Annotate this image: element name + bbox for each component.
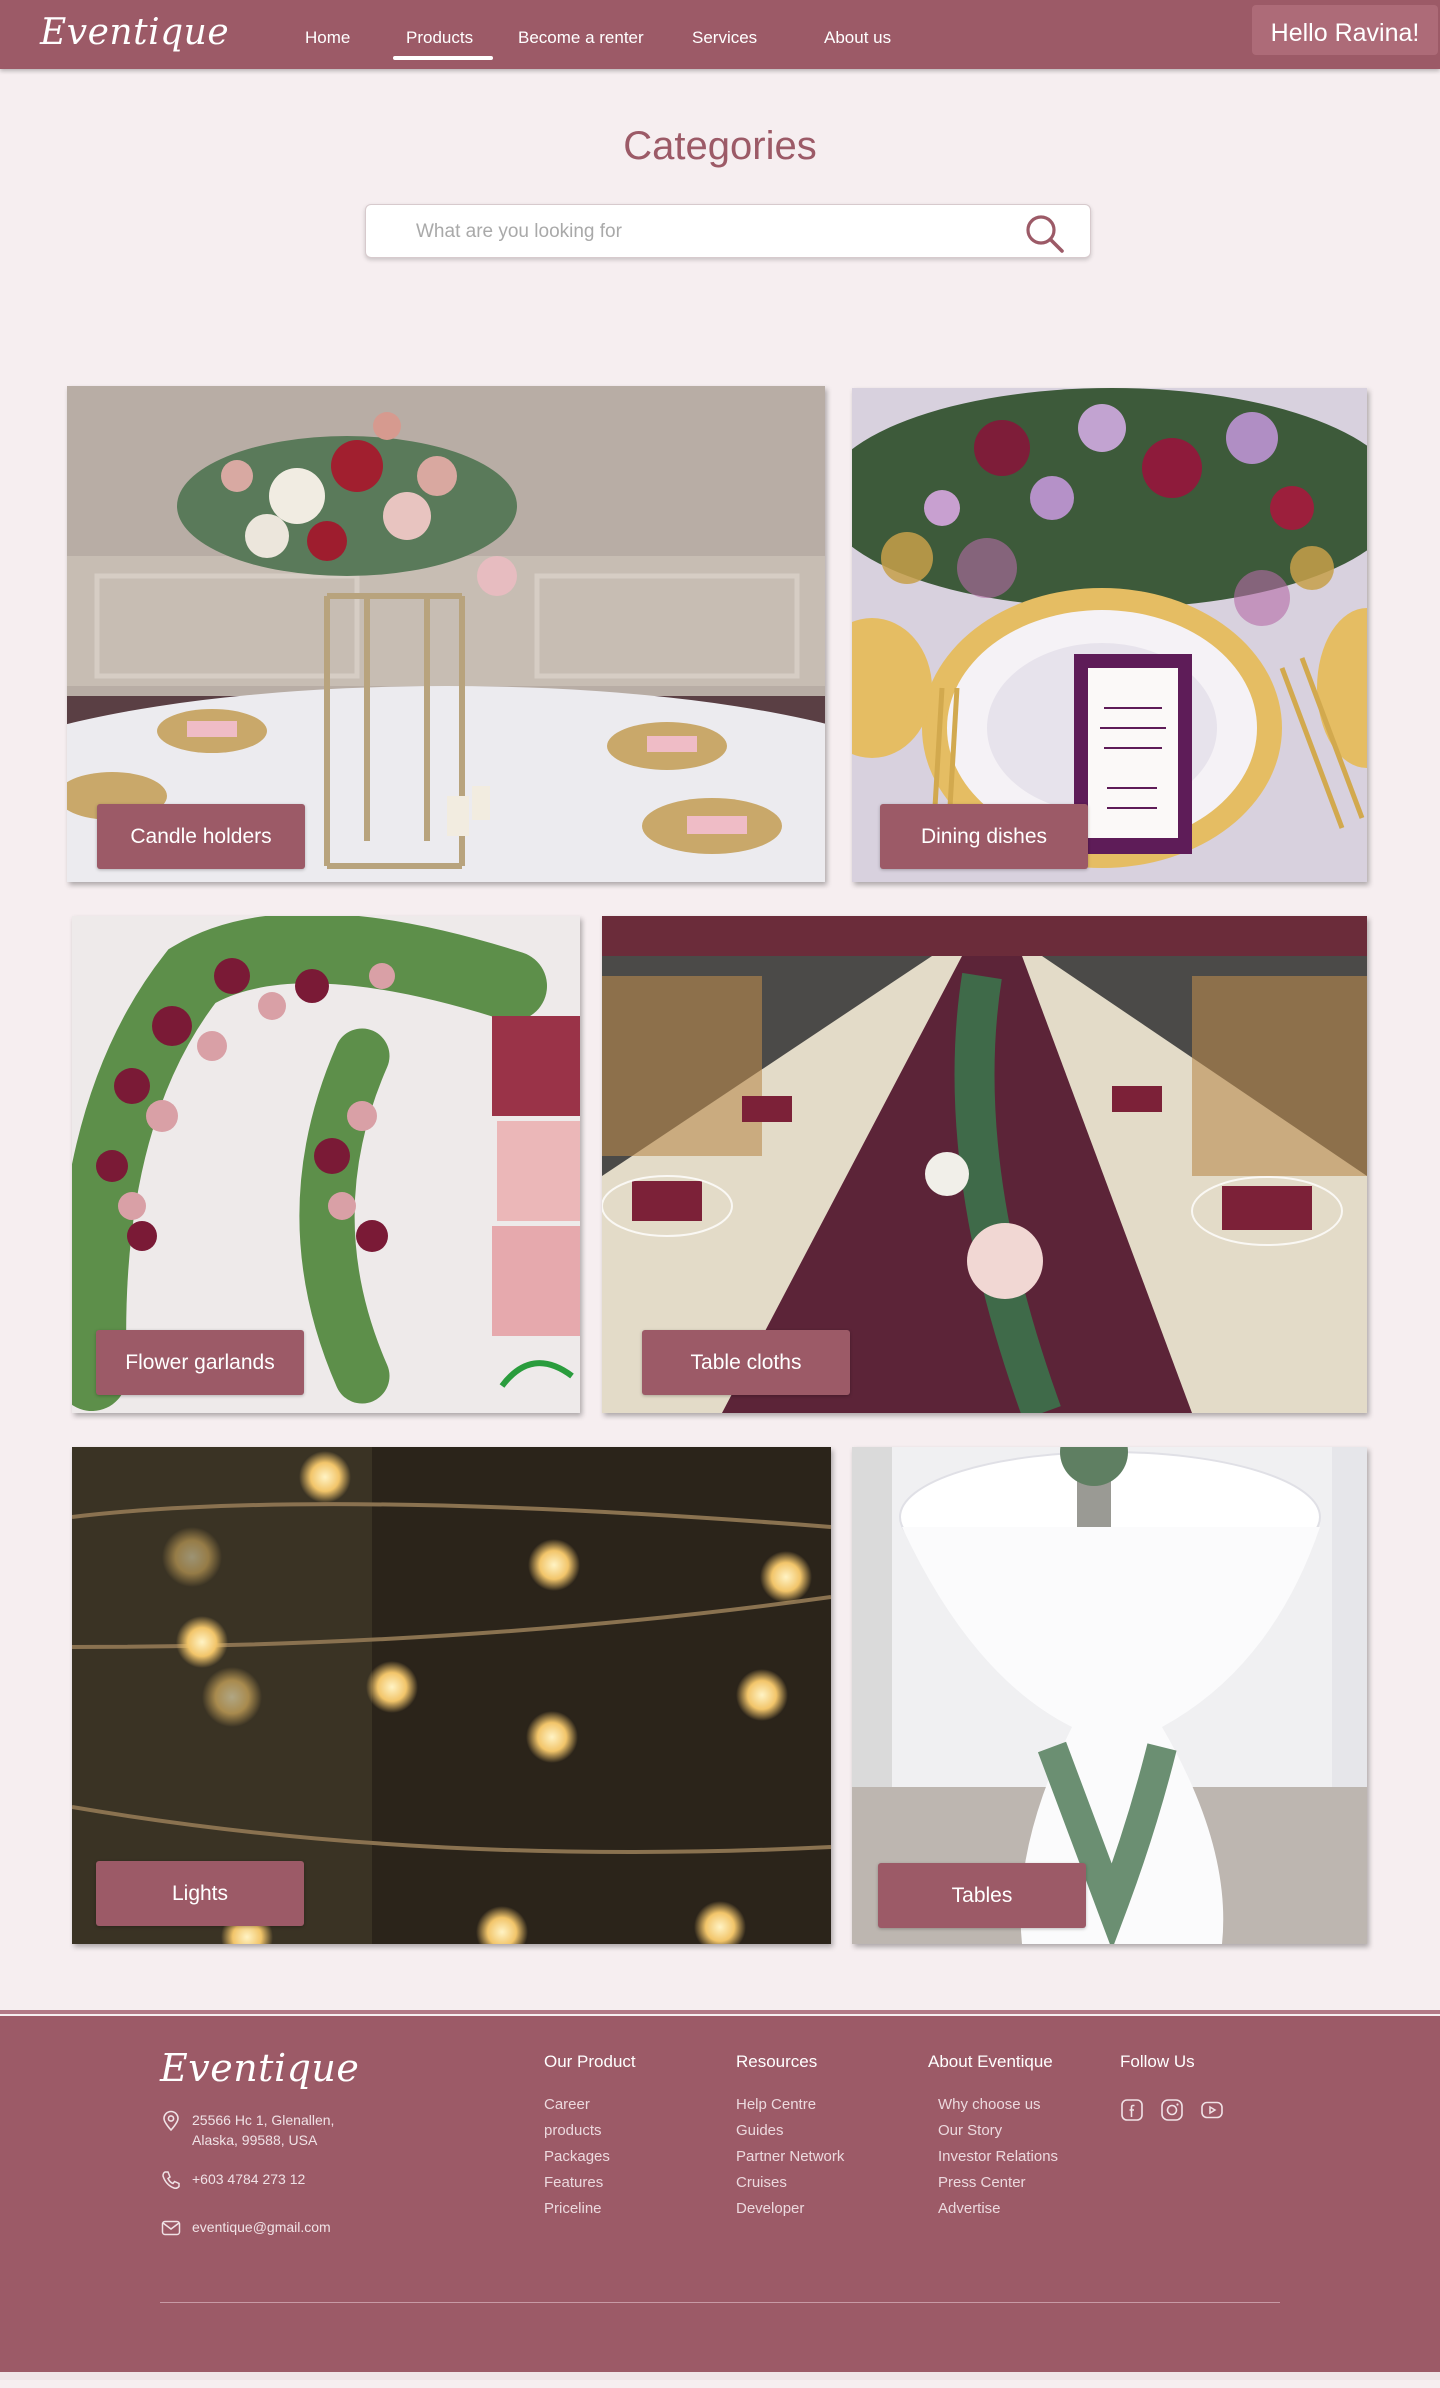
address-line-1: 25566 Hc 1, Glenallen, xyxy=(192,2112,335,2128)
category-label[interactable]: Table cloths xyxy=(642,1330,850,1395)
search-input[interactable] xyxy=(414,218,958,246)
location-pin-icon xyxy=(163,2110,179,2132)
category-label[interactable]: Tables xyxy=(878,1863,1086,1928)
footer-link-products[interactable]: products xyxy=(544,2122,602,2139)
footer-link-help-centre[interactable]: Help Centre xyxy=(736,2096,816,2113)
nav-services[interactable]: Services xyxy=(692,28,757,48)
footer-col-title-about-eventique: About Eventique xyxy=(928,2052,1053,2071)
active-nav-indicator xyxy=(393,56,493,60)
site-footer: Eventique 25566 Hc 1, Glenallen, Alaska,… xyxy=(0,2016,1440,2372)
facebook-icon[interactable] xyxy=(1120,2098,1144,2122)
footer-col-title-follow-us: Follow Us xyxy=(1120,2052,1195,2071)
category-card-table-cloths[interactable]: Table cloths xyxy=(602,916,1367,1413)
nav-become-a-renter[interactable]: Become a renter xyxy=(518,28,644,48)
nav-home[interactable]: Home xyxy=(305,28,350,48)
category-card-candle-holders[interactable]: Candle holders xyxy=(67,386,825,882)
top-navbar: Eventique Home Products Become a renter … xyxy=(0,0,1440,69)
footer-bottom-border xyxy=(0,2372,1440,2380)
footer-link-features[interactable]: Features xyxy=(544,2174,603,2191)
category-label[interactable]: Dining dishes xyxy=(880,804,1088,869)
footer-link-cruises[interactable]: Cruises xyxy=(736,2174,787,2191)
instagram-icon[interactable] xyxy=(1160,2098,1184,2122)
phone-number[interactable]: +603 4784 273 12 xyxy=(192,2169,305,2189)
youtube-icon[interactable] xyxy=(1200,2098,1224,2122)
footer-link-our-story[interactable]: Our Story xyxy=(938,2122,1002,2139)
category-label[interactable]: Flower garlands xyxy=(96,1330,304,1395)
nav-products[interactable]: Products xyxy=(406,28,473,48)
brand-logo[interactable]: Eventique xyxy=(40,12,229,53)
footer-col-title-resources: Resources xyxy=(736,2052,818,2071)
footer-link-advertise[interactable]: Advertise xyxy=(938,2200,1001,2217)
email-address[interactable]: eventique@gmail.com xyxy=(192,2217,331,2237)
footer-divider xyxy=(160,2302,1280,2303)
footer-top-border xyxy=(0,2010,1440,2014)
footer-link-developer[interactable]: Developer xyxy=(736,2200,804,2217)
category-card-flower-garlands[interactable]: Flower garlands xyxy=(72,916,580,1413)
category-card-dining-dishes[interactable]: Dining dishes xyxy=(852,388,1367,882)
footer-link-packages[interactable]: Packages xyxy=(544,2148,610,2165)
category-card-tables[interactable]: Tables xyxy=(852,1447,1367,1944)
search-bar xyxy=(365,204,1091,258)
footer-link-career[interactable]: Career xyxy=(544,2096,590,2113)
page-title: Categories xyxy=(623,124,817,168)
footer-link-priceline[interactable]: Priceline xyxy=(544,2200,602,2217)
phone-icon xyxy=(162,2171,180,2190)
footer-col-title-our-product: Our Product xyxy=(544,2052,636,2071)
category-label[interactable]: Candle holders xyxy=(97,804,305,869)
address-line-2: Alaska, 99588, USA xyxy=(192,2132,318,2148)
category-card-lights[interactable]: Lights xyxy=(72,1447,831,1944)
category-label[interactable]: Lights xyxy=(96,1861,304,1926)
footer-link-why-choose-us[interactable]: Why choose us xyxy=(938,2096,1041,2113)
footer-link-press-center[interactable]: Press Center xyxy=(938,2174,1026,2191)
footer-logo[interactable]: Eventique xyxy=(160,2046,359,2090)
user-greeting-button[interactable]: Hello Ravina! xyxy=(1252,5,1438,55)
footer-link-partner-network[interactable]: Partner Network xyxy=(736,2148,844,2165)
nav-about-us[interactable]: About us xyxy=(824,28,891,48)
mail-icon xyxy=(161,2220,181,2236)
footer-link-investor-relations[interactable]: Investor Relations xyxy=(938,2148,1058,2165)
footer-link-guides[interactable]: Guides xyxy=(736,2122,784,2139)
search-icon[interactable] xyxy=(1022,211,1066,255)
